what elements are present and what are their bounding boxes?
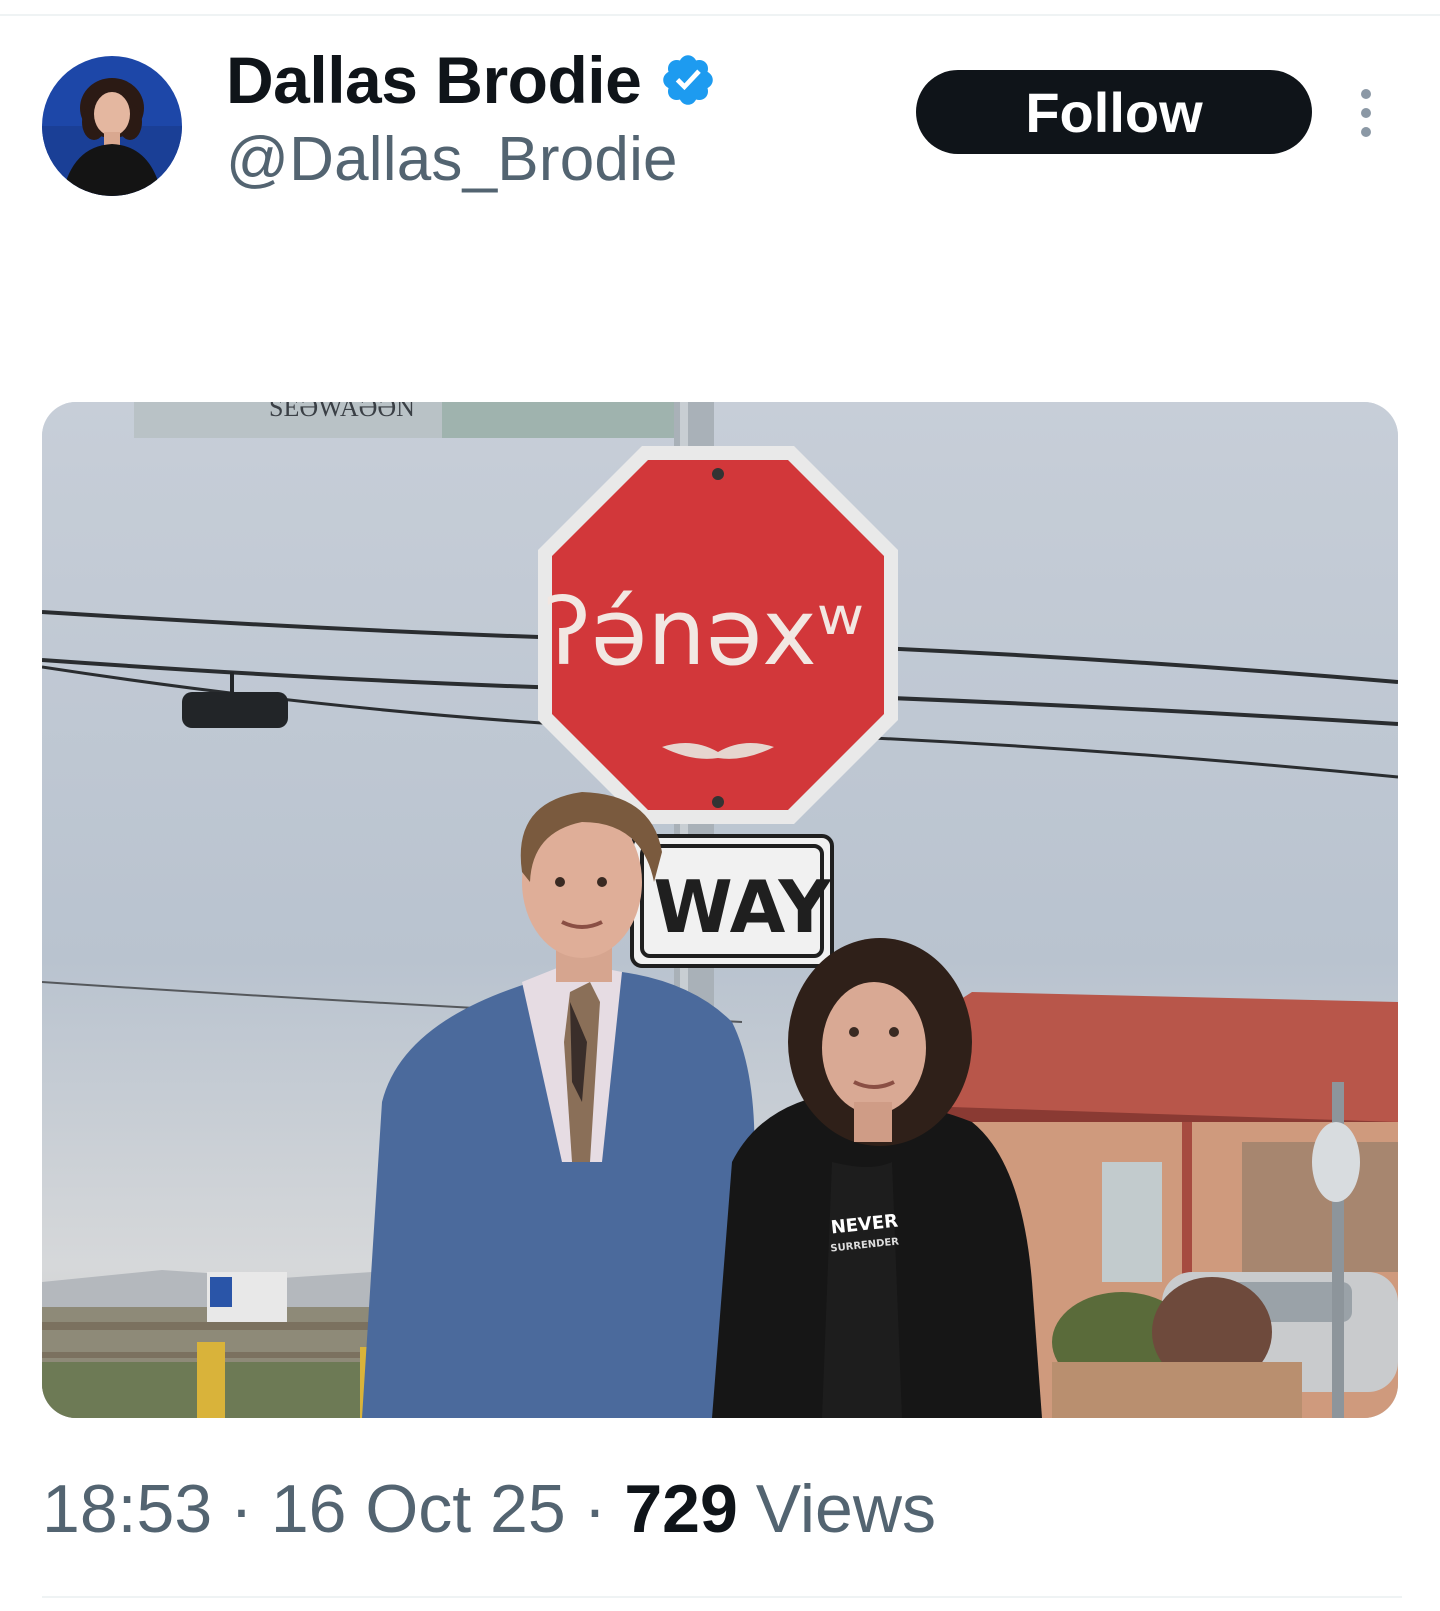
street-sign-text: SEƏWAƏƏN bbox=[269, 402, 415, 422]
tweet-date[interactable]: 16 Oct 25 bbox=[271, 1470, 566, 1548]
views-label: Views bbox=[755, 1471, 936, 1547]
name-row: Dallas Brodie bbox=[226, 40, 717, 120]
tweet-meta: 18:53 · 16 Oct 25 · 729 Views bbox=[42, 1470, 936, 1548]
verified-badge-icon[interactable] bbox=[659, 51, 717, 109]
author-handle[interactable]: @Dallas_Brodie bbox=[226, 124, 717, 195]
author-display-name[interactable]: Dallas Brodie bbox=[226, 42, 642, 118]
stop-sign-text: ʔə́nəxʷ bbox=[544, 579, 864, 686]
meta-separator: · bbox=[583, 1471, 607, 1547]
more-vertical-icon[interactable] bbox=[1356, 88, 1376, 138]
bottom-divider bbox=[42, 1596, 1402, 1598]
way-sign-text: WAY bbox=[653, 865, 831, 949]
tweet-media-photo[interactable]: SEƏWAƏƏN ʔə́nəxʷ WAY NEVER SURRENDER bbox=[42, 402, 1398, 1418]
author-avatar[interactable] bbox=[42, 56, 182, 196]
tweet-time[interactable]: 18:53 bbox=[42, 1470, 212, 1548]
meta-separator: · bbox=[230, 1471, 253, 1547]
author-info: Dallas Brodie @Dallas_Brodie bbox=[226, 40, 717, 195]
views-count: 729 bbox=[624, 1471, 738, 1547]
follow-button[interactable]: Follow bbox=[916, 70, 1312, 154]
top-divider bbox=[0, 14, 1440, 16]
avatar-image bbox=[42, 56, 182, 196]
